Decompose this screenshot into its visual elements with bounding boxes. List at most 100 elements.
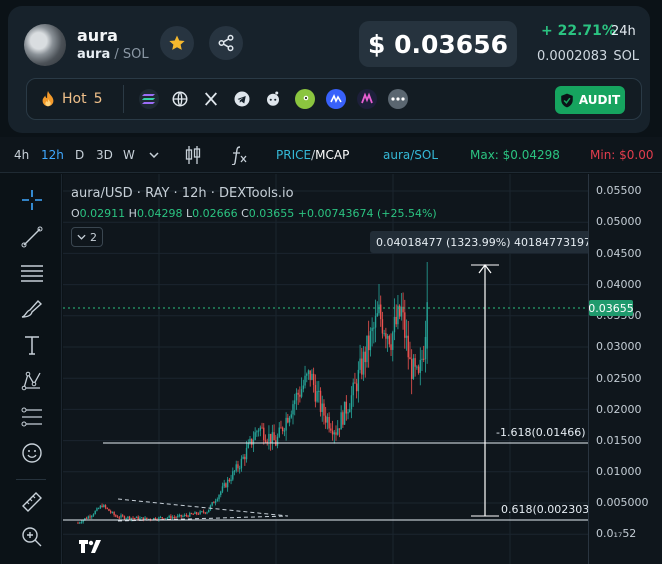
interval-12h[interactable]: 12h bbox=[41, 148, 64, 162]
candle-body bbox=[209, 505, 212, 510]
text-icon bbox=[25, 336, 39, 355]
x-icon[interactable] bbox=[201, 89, 221, 109]
candle-body bbox=[366, 335, 368, 363]
candle-body bbox=[165, 518, 167, 520]
brush-tool[interactable] bbox=[19, 296, 45, 322]
website-icon[interactable] bbox=[170, 89, 190, 109]
price-axis[interactable]: 0.05500 0.05000 0.04500 0.04000 0.03500 … bbox=[588, 174, 662, 564]
candle-body bbox=[187, 515, 189, 517]
y-tick: 0.02000 bbox=[596, 403, 642, 416]
share-button[interactable] bbox=[209, 26, 243, 60]
max-price-label: Max: $0.04298 bbox=[470, 148, 560, 162]
quote-pair-toggle[interactable]: aura/SOL bbox=[383, 148, 438, 162]
current-price-tag: 0.03655 bbox=[588, 300, 634, 316]
candle-body bbox=[307, 370, 310, 375]
candle-body bbox=[237, 464, 239, 469]
candle-body bbox=[173, 517, 176, 519]
legend-collapse-button[interactable]: 2 bbox=[71, 227, 103, 247]
emoji-tool[interactable] bbox=[19, 440, 45, 466]
price-usd: $ 0.03656 bbox=[359, 21, 517, 67]
candle-body bbox=[414, 358, 416, 367]
ruler-icon bbox=[22, 492, 42, 512]
dextools-icon[interactable] bbox=[357, 89, 377, 109]
telegram-icon[interactable] bbox=[232, 89, 252, 109]
smiley-icon bbox=[22, 443, 42, 463]
solana-icon[interactable] bbox=[139, 89, 159, 109]
candle-body bbox=[273, 432, 275, 441]
candle-body bbox=[288, 417, 291, 423]
candle-body bbox=[108, 508, 110, 512]
crosshair-icon bbox=[22, 190, 42, 210]
candle-body bbox=[292, 404, 294, 415]
trendline-tool[interactable] bbox=[19, 224, 45, 250]
price-range-measure-label: 0.04018477 (1323.99%) 4018477319753 bbox=[370, 231, 588, 253]
audit-label: AUDIT bbox=[578, 93, 621, 107]
favorite-button[interactable] bbox=[160, 26, 194, 60]
candle-body bbox=[223, 483, 225, 487]
candle-body bbox=[225, 483, 227, 488]
y-tick: 0.01000 bbox=[596, 465, 642, 478]
crosshair-tool[interactable] bbox=[19, 187, 45, 213]
candle-body bbox=[306, 374, 308, 376]
price-change-24h: + 22.71% bbox=[541, 23, 616, 39]
candle-body bbox=[115, 515, 117, 517]
token-header-card: aura aura / SOL $ 0.03656 + 22.71% 24h 0… bbox=[8, 6, 650, 133]
candle-body bbox=[340, 412, 342, 430]
candle-body bbox=[326, 416, 329, 423]
candle-body bbox=[268, 433, 270, 442]
candle-body bbox=[254, 432, 256, 440]
reddit-icon[interactable] bbox=[263, 89, 283, 109]
star-icon bbox=[169, 35, 185, 50]
audit-button[interactable]: AUDIT bbox=[555, 86, 625, 114]
tradingview-logo[interactable] bbox=[77, 536, 103, 556]
candle-body bbox=[362, 351, 365, 375]
candle-body bbox=[342, 412, 344, 425]
candle-body bbox=[118, 517, 120, 519]
candle-body bbox=[161, 517, 163, 519]
hot-rank-badge[interactable]: Hot 5 bbox=[34, 86, 109, 112]
interval-4h[interactable]: 4h bbox=[14, 148, 29, 162]
candle-body bbox=[357, 369, 360, 392]
ohlc-readout: O0.02911 H0.04298 L0.02666 C0.03655 +0.0… bbox=[71, 207, 437, 220]
indicators-fx-icon[interactable] bbox=[230, 145, 248, 165]
coinmarketcap-icon[interactable] bbox=[326, 89, 346, 109]
candle-body bbox=[324, 415, 327, 423]
candle-body bbox=[159, 517, 162, 519]
drawing-tools-panel bbox=[0, 174, 62, 564]
interval-d[interactable]: D bbox=[75, 148, 84, 162]
candle-body bbox=[386, 335, 389, 339]
zoom-tool[interactable] bbox=[19, 524, 45, 550]
candle-body bbox=[185, 514, 188, 516]
interval-3d[interactable]: 3D bbox=[96, 148, 113, 162]
y-tick: 0.0₁₇52 bbox=[596, 527, 637, 540]
candle-body bbox=[421, 358, 423, 360]
candle-body bbox=[140, 517, 143, 519]
candle-body bbox=[177, 515, 179, 518]
more-icon[interactable] bbox=[388, 89, 408, 109]
price-chart[interactable]: aura/USD · RAY · 12h · DEXTools.io O0.02… bbox=[63, 174, 588, 564]
candle-body bbox=[106, 507, 108, 509]
candle-body bbox=[398, 305, 401, 317]
candles-icon[interactable] bbox=[185, 145, 201, 165]
text-tool[interactable] bbox=[19, 332, 45, 358]
share-icon bbox=[218, 34, 234, 52]
interval-w[interactable]: W bbox=[123, 148, 135, 162]
candle-body bbox=[395, 316, 397, 325]
coingecko-icon[interactable] bbox=[295, 89, 315, 109]
candle-body bbox=[271, 432, 274, 444]
candle-body bbox=[87, 516, 90, 519]
horizontal-lines-tool[interactable] bbox=[19, 260, 45, 286]
ruler-tool[interactable] bbox=[19, 489, 45, 515]
candle-body bbox=[213, 502, 215, 504]
pattern-tool[interactable] bbox=[19, 368, 45, 394]
candle-body bbox=[330, 428, 332, 431]
pair-separator: / bbox=[110, 47, 123, 62]
price-mode-toggle[interactable]: PRICE/MCAP bbox=[276, 148, 349, 162]
chevron-down-icon[interactable] bbox=[149, 152, 159, 158]
candle-body bbox=[390, 344, 392, 350]
y-tick: 0.04500 bbox=[596, 247, 642, 260]
candle-body bbox=[218, 494, 220, 500]
legend-indicator-count: 2 bbox=[90, 230, 97, 244]
fib-tool[interactable] bbox=[19, 404, 45, 430]
candle-body bbox=[166, 517, 169, 519]
